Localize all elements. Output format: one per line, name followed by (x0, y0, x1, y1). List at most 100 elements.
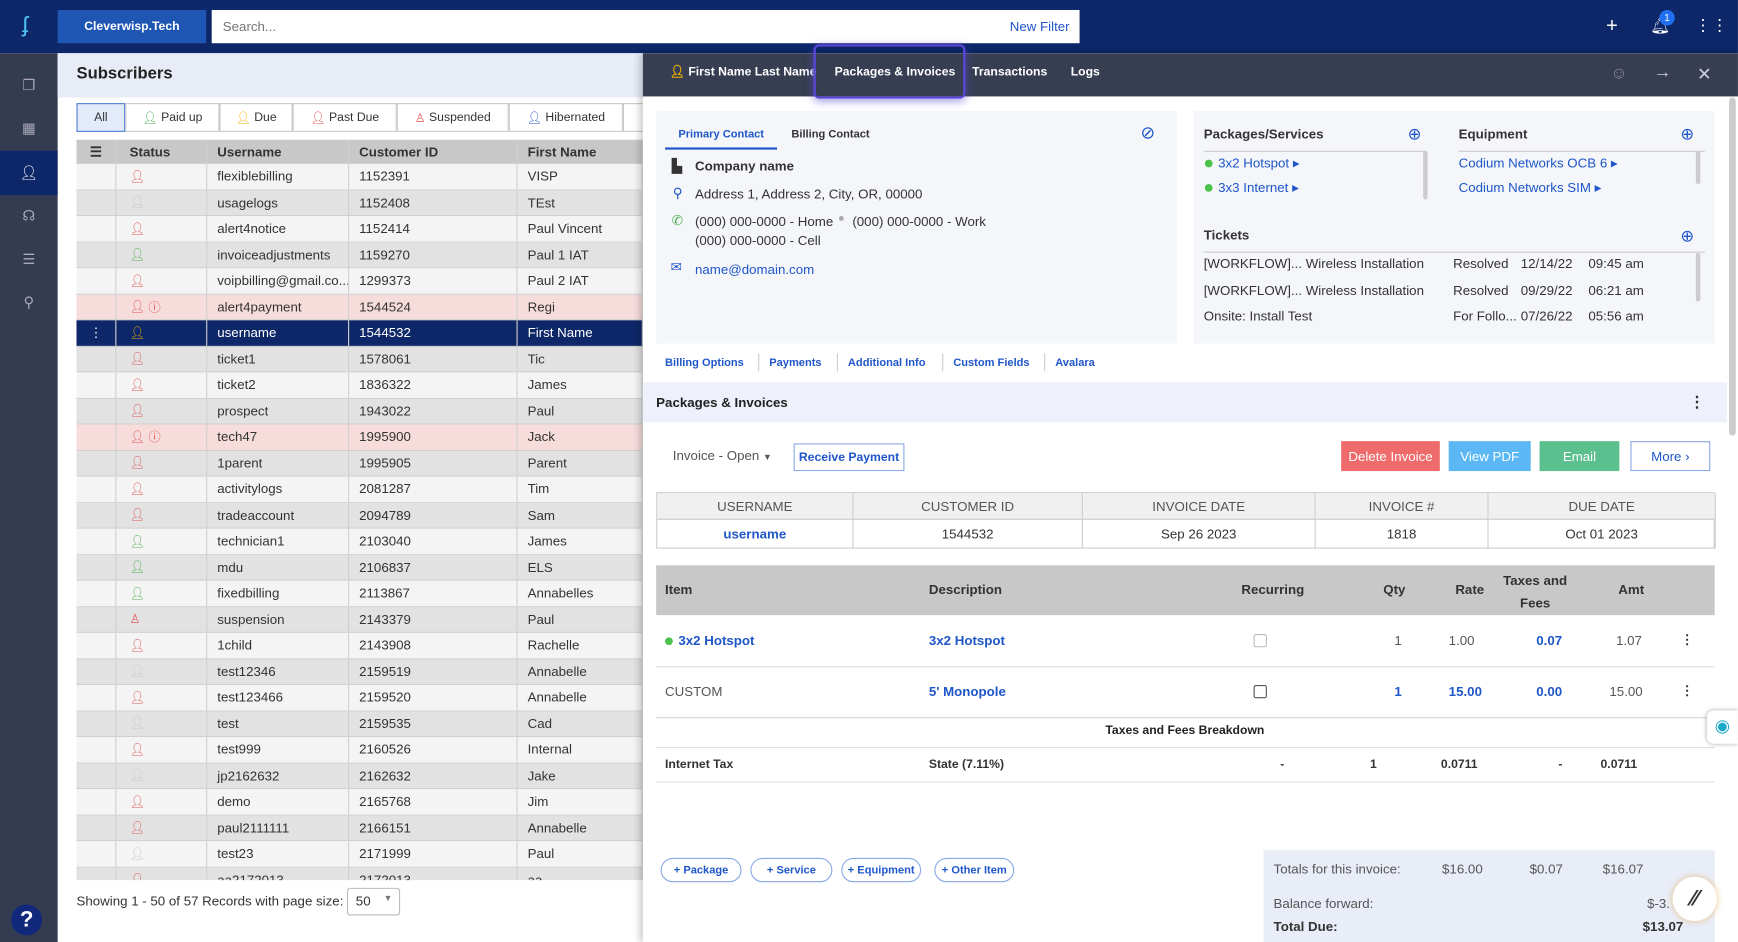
apps-grid-icon[interactable]: ⋮⋮ (1695, 16, 1728, 36)
filter-paid-up[interactable]: 👤︎ Paid up (125, 103, 220, 132)
close-icon[interactable]: ✕ (1697, 63, 1712, 85)
ticket-title[interactable]: [WORKFLOW]... Wireless Installation (1204, 282, 1424, 298)
filter-hibernated[interactable]: 👤︎ Hibernated (508, 103, 623, 132)
column-header[interactable]: First Name (518, 139, 643, 163)
delete-invoice-button[interactable]: Delete Invoice (1341, 441, 1440, 472)
row-menu[interactable] (76, 841, 117, 867)
row-menu[interactable] (76, 268, 117, 294)
filter-suspended[interactable]: ♙ Suspended (396, 103, 509, 132)
item-taxes[interactable]: 0.00 (1536, 684, 1562, 700)
assistant-icon[interactable]: ◉ (1706, 710, 1738, 744)
row-menu[interactable] (76, 684, 117, 710)
add-service-button[interactable]: + Service (750, 857, 833, 883)
table-row[interactable]: 👤︎ fixedbilling 2113867 Annabelles (76, 580, 643, 607)
ticket-title[interactable]: Onsite: Install Test (1204, 308, 1312, 324)
table-row[interactable]: 👤︎ tradeaccount 2094789 Sam (76, 502, 643, 529)
row-menu[interactable] (76, 580, 117, 606)
item-description[interactable]: 5' Monopole (929, 684, 1006, 700)
table-row[interactable]: 👤︎ 1child 2143908 Rachelle (76, 632, 643, 659)
table-row[interactable]: 👤︎ jp2162632 2162632 Jake (76, 763, 643, 790)
support-icon[interactable]: ☊ (0, 194, 58, 238)
tab-primary-contact[interactable]: Primary Contact (665, 129, 778, 150)
table-row[interactable]: ⋮ 👤︎ username 1544532 First Name (76, 320, 643, 347)
row-menu[interactable] (76, 294, 117, 320)
add-equipment-icon[interactable]: ⊕ (1680, 124, 1694, 144)
item-taxes[interactable]: 0.07 (1536, 633, 1562, 649)
filter-past-due[interactable]: 👤︎ Past Due (292, 103, 397, 132)
table-row[interactable]: ♙ suspension 2143379 Paul (76, 606, 643, 633)
info-value[interactable]: username (657, 519, 854, 549)
smiley-icon[interactable]: ☺ (1611, 64, 1628, 83)
row-menu[interactable] (76, 554, 117, 580)
table-row[interactable]: 👤︎ flexiblebilling 1152391 VISP (76, 164, 643, 191)
table-row[interactable]: 👤︎ aa21720132172013aa (76, 867, 643, 881)
column-header[interactable]: Username (207, 139, 350, 163)
row-menu[interactable] (76, 164, 117, 189)
table-row[interactable]: 👤︎ invoiceadjustments 1159270 Paul 1 IAT (76, 242, 643, 269)
user-icon[interactable]: 👤︎ (0, 150, 58, 196)
table-row[interactable]: 👤︎ test12346 2159519 Annabelle (76, 658, 643, 685)
row-menu[interactable] (76, 476, 117, 502)
add-package-button[interactable]: + Package (660, 857, 742, 883)
table-row[interactable]: 👤︎ paul2111111 2166151 Annabelle (76, 815, 643, 842)
add-icon[interactable]: + (1606, 14, 1618, 37)
subtab-payments[interactable]: Payments (769, 357, 821, 369)
table-row[interactable]: 👤︎ activitylogs 2081287 Tim (76, 476, 643, 503)
kebab-menu-icon[interactable]: ⋮ (1689, 392, 1705, 411)
invoice-status-select[interactable]: Invoice - Open ▼ (673, 448, 772, 464)
row-menu[interactable] (76, 789, 117, 815)
tab-name[interactable]: 👤︎ First Name Last Name (669, 64, 818, 100)
package-link[interactable]: 3x2 Hotspot ▸ (1204, 155, 1299, 171)
equipment-link[interactable]: Codium Networks SIM ▸ (1459, 180, 1602, 196)
table-row[interactable]: 👤︎ test123466 2159520 Annabelle (76, 684, 643, 712)
row-menu[interactable] (76, 815, 117, 841)
row-menu[interactable] (76, 424, 117, 450)
quick-action-button[interactable]: ⁄⁄ (1672, 876, 1717, 922)
scrollbar[interactable] (1695, 252, 1701, 302)
column-menu-icon[interactable]: ☰ (76, 139, 117, 163)
add-other-item-button[interactable]: + Other Item (934, 857, 1015, 883)
more-button[interactable]: More › (1630, 441, 1711, 472)
recurring-checkbox[interactable] (1253, 684, 1267, 699)
table-row[interactable]: 👤︎ ⓘ alert4payment 1544524 Regi (76, 294, 643, 321)
recurring-checkbox[interactable] (1253, 634, 1267, 648)
column-header[interactable]: Customer ID (349, 139, 518, 163)
receive-payment-button[interactable]: Receive Payment (793, 443, 905, 472)
item-description[interactable]: 3x2 Hotspot (929, 633, 1005, 649)
row-menu[interactable]: ⋮ (76, 320, 117, 346)
tab-billing-contact[interactable]: Billing Contact (791, 129, 869, 141)
help-button[interactable]: ? (11, 904, 43, 936)
column-header[interactable]: Status (116, 139, 208, 163)
scrollbar[interactable] (1695, 150, 1701, 184)
row-menu[interactable] (76, 398, 117, 424)
table-row[interactable]: 👤︎ mdu 2106837 ELS (76, 554, 643, 581)
row-menu[interactable] (76, 528, 117, 554)
scrollbar[interactable] (1729, 97, 1736, 436)
dashboard-icon[interactable]: ▦ (0, 106, 58, 150)
view-pdf-button[interactable]: View PDF (1448, 441, 1531, 472)
row-menu[interactable] (76, 737, 117, 763)
email-button[interactable]: Email (1539, 441, 1620, 472)
item-kebab-icon[interactable]: ⋮ (1680, 632, 1693, 648)
subtab-avalara[interactable]: Avalara (1055, 357, 1095, 369)
table-row[interactable]: 👤︎ ticket2 1836322 James (76, 372, 643, 399)
row-menu[interactable] (76, 242, 117, 268)
filter-due[interactable]: 👤︎ Due (219, 103, 293, 132)
scrollbar[interactable] (1423, 150, 1428, 200)
table-row[interactable]: 👤︎ ticket1 1578061 Tic (76, 346, 643, 373)
search-input[interactable] (211, 9, 1080, 44)
item-kebab-icon[interactable]: ⋮ (1680, 683, 1693, 699)
item-name[interactable]: 3x2 Hotspot (665, 633, 754, 648)
row-menu[interactable] (76, 502, 117, 528)
add-equipment-button[interactable]: + Equipment (841, 857, 922, 883)
table-row[interactable]: 👤︎ 1parent 1995905 Parent (76, 450, 643, 477)
tab-transactions[interactable]: Transactions (972, 64, 1047, 88)
row-menu[interactable] (76, 450, 117, 476)
row-menu[interactable] (76, 346, 117, 372)
row-menu[interactable] (76, 632, 117, 658)
table-row[interactable]: 👤︎ technician1 2103040 James (76, 528, 643, 555)
equipment-link[interactable]: Codium Networks OCB 6 ▸ (1459, 155, 1618, 171)
subtab-custom-fields[interactable]: Custom Fields (953, 357, 1029, 369)
row-menu[interactable] (76, 190, 117, 216)
location-icon[interactable]: ⚲ (0, 280, 58, 324)
